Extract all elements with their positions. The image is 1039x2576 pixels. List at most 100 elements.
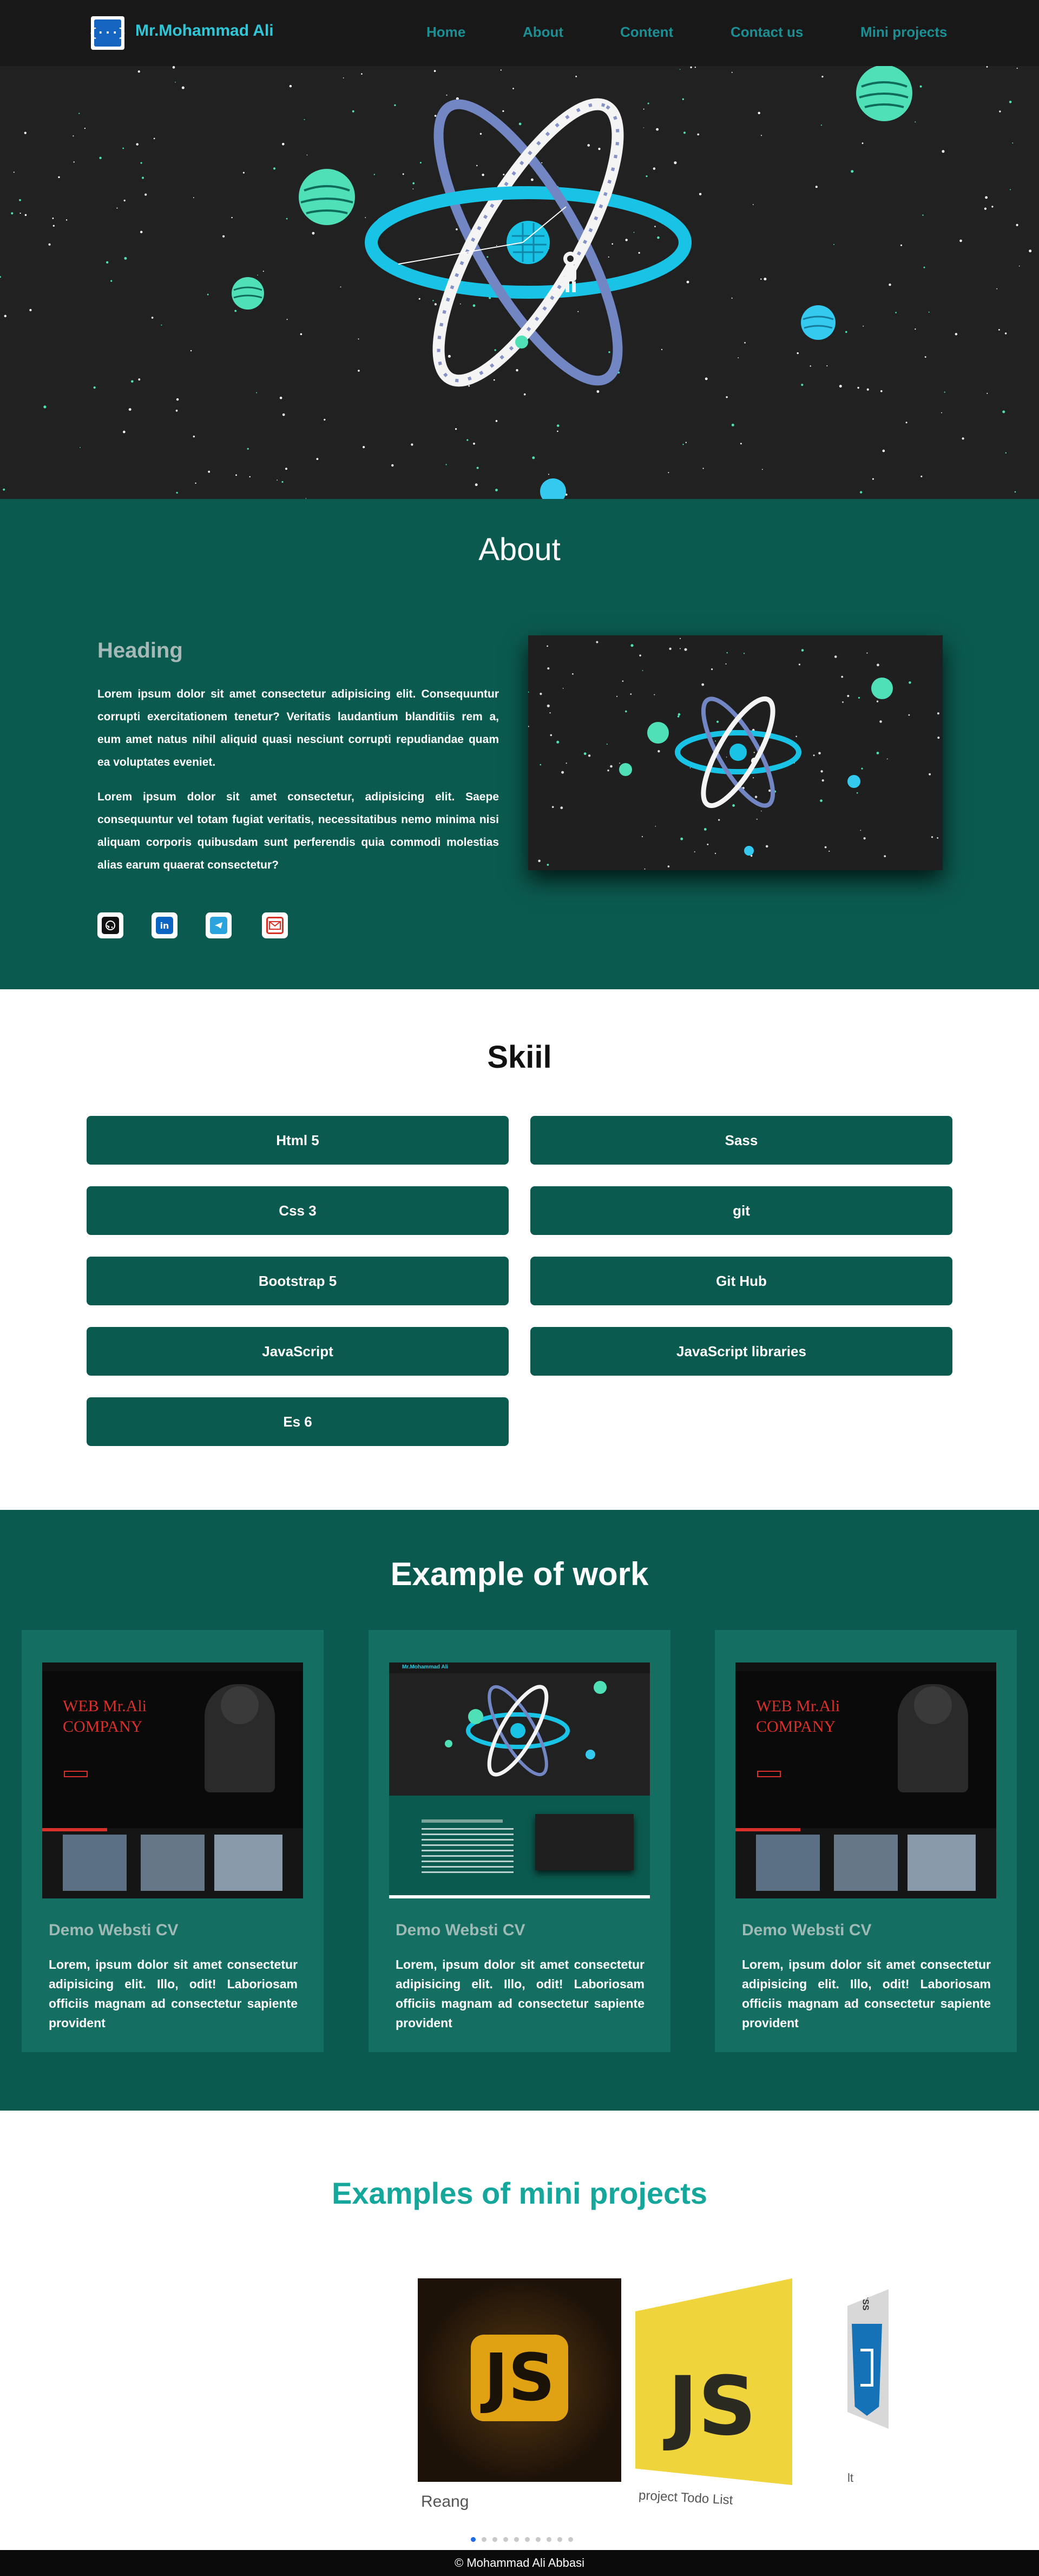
planet-small-left <box>232 277 264 310</box>
star <box>872 478 874 480</box>
star <box>633 232 635 233</box>
work-card[interactable]: WEB Mr.Ali COMPANY Demo Websti CV Lorem,… <box>715 1630 1017 2052</box>
star <box>532 456 535 459</box>
star <box>999 110 1001 113</box>
carousel-dot[interactable] <box>536 2537 541 2542</box>
carousel-dot[interactable] <box>471 2537 476 2542</box>
star <box>138 378 141 381</box>
star <box>151 317 154 319</box>
email-link[interactable] <box>262 912 288 938</box>
star <box>608 351 610 353</box>
star <box>13 172 15 173</box>
skill-javascript[interactable]: JavaScript <box>87 1327 509 1376</box>
work-card[interactable]: Mr.Mohammad Ali Demo Websti CV Lorem, ip… <box>369 1630 670 2052</box>
star <box>583 752 587 755</box>
work-card-text: Lorem, ipsum dolor sit amet consectetur … <box>396 1957 645 2030</box>
skill-es6[interactable]: Es 6 <box>87 1397 509 1446</box>
star <box>996 288 998 290</box>
star <box>257 274 258 276</box>
telegram-link[interactable] <box>206 912 232 938</box>
star <box>282 143 285 146</box>
star <box>731 423 734 426</box>
carousel-slide[interactable]: JS <box>418 2278 621 2482</box>
star <box>363 446 365 449</box>
skill-sass[interactable]: Sass <box>530 1116 952 1165</box>
nav-link-about[interactable]: About <box>523 24 563 41</box>
star <box>358 370 360 372</box>
carousel-dot[interactable] <box>547 2537 551 2542</box>
carousel-dot[interactable] <box>492 2537 497 2542</box>
star <box>176 398 179 401</box>
star <box>661 349 663 351</box>
star <box>231 216 233 219</box>
planet-bottom <box>540 478 566 499</box>
carousel-dot[interactable] <box>482 2537 486 2542</box>
carousel-dot[interactable] <box>557 2537 562 2542</box>
linkedin-link[interactable]: in <box>152 912 177 938</box>
star <box>116 207 118 209</box>
logo[interactable]: {···} <box>90 16 126 50</box>
star-field <box>0 66 1032 499</box>
star <box>630 644 634 647</box>
star <box>562 688 564 689</box>
nav-link-content[interactable]: Content <box>620 24 673 41</box>
carousel-dot[interactable] <box>525 2537 530 2542</box>
star <box>547 667 550 670</box>
star <box>547 864 549 866</box>
nav-link-mini-projects[interactable]: Mini projects <box>860 24 947 41</box>
star <box>944 391 945 393</box>
thumb-heading: WEB Mr.Ali COMPANY <box>756 1697 840 1736</box>
carousel-slide[interactable]: JS <box>635 2278 792 2485</box>
skill-bootstrap5[interactable]: Bootstrap 5 <box>87 1257 509 1305</box>
carousel-slide-label: project Todo List <box>638 2488 733 2508</box>
skill-github[interactable]: Git Hub <box>530 1257 952 1305</box>
star <box>73 161 75 163</box>
star <box>0 276 1 278</box>
star <box>560 806 563 810</box>
star <box>1005 452 1007 454</box>
star <box>153 137 155 140</box>
carousel-dot[interactable] <box>503 2537 508 2542</box>
carousel-dot[interactable] <box>514 2537 519 2542</box>
star <box>123 199 126 202</box>
github-link[interactable] <box>97 912 123 938</box>
star <box>656 128 659 131</box>
skill-javascript-libraries[interactable]: JavaScript libraries <box>530 1327 952 1376</box>
work-section: Example of work WEB Mr.Ali COMPANY Demo … <box>0 1510 1039 2111</box>
star <box>181 86 185 89</box>
star <box>764 278 767 281</box>
star <box>433 70 436 72</box>
work-card[interactable]: WEB Mr.Ali COMPANY Demo Websti CV Lorem,… <box>22 1630 324 2052</box>
star <box>608 256 609 258</box>
brand-name[interactable]: Mr.Mohammad Ali <box>135 22 274 40</box>
star <box>619 763 620 764</box>
star <box>716 720 719 723</box>
nav-link-contact[interactable]: Contact us <box>731 24 803 41</box>
star <box>502 110 504 112</box>
work-card-thumbnail: Mr.Mohammad Ali <box>389 1662 650 1898</box>
star <box>856 792 858 794</box>
star <box>877 663 879 667</box>
skill-git[interactable]: git <box>530 1186 952 1235</box>
star <box>548 474 549 475</box>
star <box>475 483 478 487</box>
star <box>694 67 696 68</box>
star <box>820 770 823 773</box>
star <box>99 156 102 159</box>
star <box>73 135 74 137</box>
star <box>549 712 551 714</box>
skill-css3[interactable]: Css 3 <box>87 1186 509 1235</box>
carousel-dot[interactable] <box>568 2537 573 2542</box>
nav-link-home[interactable]: Home <box>426 24 465 41</box>
star <box>547 645 548 647</box>
skill-html5[interactable]: Html 5 <box>87 1116 509 1165</box>
star <box>193 197 194 199</box>
carousel-slide[interactable]: CSS <box>847 2289 889 2429</box>
star <box>473 442 475 445</box>
star <box>516 369 518 372</box>
star <box>394 104 396 107</box>
work-card-thumbnail: WEB Mr.Ali COMPANY <box>735 1662 996 1898</box>
star <box>577 311 579 312</box>
star <box>801 649 804 652</box>
star <box>596 641 599 643</box>
